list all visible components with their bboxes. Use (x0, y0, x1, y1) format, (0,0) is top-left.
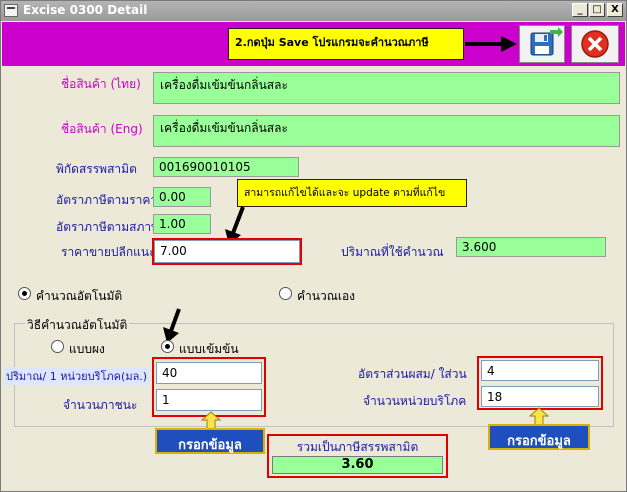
excise-code-label: พิกัดสรรพสามิต (56, 162, 137, 176)
title-bar[interactable]: Excise 0300 Detail _ □ X (1, 1, 626, 21)
excise-detail-window: Excise 0300 Detail _ □ X 2.กดปุ่ม Save โ… (0, 0, 627, 492)
containers-input[interactable]: 1 (156, 389, 262, 411)
containers-label: จำนวนภาชนะ (63, 398, 138, 412)
ad-valorem-rate-field[interactable]: 0.00 (153, 187, 211, 207)
product-name-th-label: ชื่อสินค้า (ไทย) (61, 77, 141, 91)
arrow-right-icon (465, 36, 517, 52)
window-title: Excise 0300 Detail (23, 3, 148, 17)
quantity-used-label: ปริมาณที่ใช้คำนวณ (341, 245, 444, 259)
powder-label: แบบผง (69, 342, 105, 356)
total-tax-panel: รวมเป็นภาษีสรรพสามิต 3.60 (267, 434, 448, 478)
cancel-x-icon (581, 30, 609, 58)
save-hint-text: 2.กดปุ่ม Save โปรแกรมจะคำนวณภาษี (235, 36, 429, 49)
manual-calc-radio[interactable] (279, 287, 292, 300)
specific-rate-label: อัตราภาษีตามสภาพ (56, 220, 160, 234)
maximize-button[interactable]: □ (589, 3, 605, 17)
total-tax-value: 3.60 (272, 456, 443, 474)
save-hint-callout: 2.กดปุ่ม Save โปรแกรมจะคำนวณภาษี (228, 28, 464, 60)
mix-ratio-input[interactable]: 4 (481, 360, 599, 381)
minimize-button[interactable]: _ (572, 3, 588, 17)
save-disk-icon (530, 27, 563, 56)
product-name-en-label: ชื่อสินค้า (Eng) (61, 122, 143, 136)
edit-hint-callout: สามารถแก้ไขได้และจะ update ตามที่แก้ไข (237, 179, 467, 207)
powder-radio[interactable] (51, 340, 64, 353)
product-name-th-field[interactable]: เครื่องดื่มเข้มข้นกลิ่นสละ (153, 72, 620, 104)
window-app-icon (4, 4, 18, 17)
save-button[interactable] (519, 25, 565, 63)
quantity-used-field[interactable]: 3.600 (456, 237, 606, 257)
product-name-en-field[interactable]: เครื่องดื่มเข้มข้นกลิ่นสละ (153, 115, 620, 147)
fill-data-tag-left: กรอกข้อมูล (155, 428, 265, 454)
servings-label: จำนวนหน่วยบริโภค (363, 394, 467, 408)
fill-data-tag-right: กรอกข้อมูล (488, 424, 590, 450)
volume-label: ปริมาณ/ 1 หน่วยบริโภค(มล.) (4, 367, 150, 385)
excise-code-field[interactable]: 001690010105 (153, 157, 299, 177)
manual-calc-label: คำนวณเอง (297, 289, 356, 303)
volume-input[interactable]: 40 (156, 362, 262, 384)
specific-rate-field[interactable]: 1.00 (153, 214, 211, 234)
close-window-button[interactable]: X (607, 3, 623, 17)
retail-price-input[interactable]: 7.00 (154, 240, 300, 263)
auto-calc-radio[interactable] (18, 287, 31, 300)
total-tax-label: รวมเป็นภาษีสรรพสามิต (296, 440, 419, 454)
mix-ratio-label: อัตราส่วนผสม/ ใส่วน (358, 367, 467, 381)
auto-calc-label: คำนวณอัตโนมัติ (36, 289, 123, 303)
edit-hint-text: สามารถแก้ไขได้และจะ update ตามที่แก้ไข (244, 187, 446, 199)
servings-input[interactable]: 18 (481, 386, 599, 407)
arrow-down-icon (163, 308, 181, 343)
cancel-button[interactable] (571, 25, 619, 63)
auto-method-title: วิธีคำนวณอัตโนมัติ (25, 316, 130, 335)
concentrate-radio[interactable] (161, 340, 174, 353)
ad-valorem-rate-label: อัตราภาษีตามราคา (56, 193, 158, 207)
